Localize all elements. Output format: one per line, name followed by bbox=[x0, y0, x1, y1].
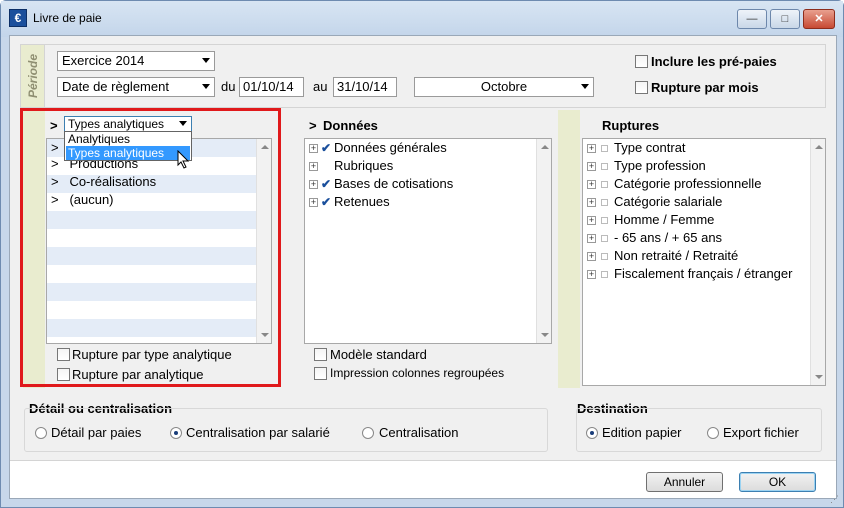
chevron-down-icon bbox=[202, 58, 210, 63]
centralisation-salarie-radio[interactable] bbox=[170, 427, 182, 439]
du-label: du bbox=[221, 79, 236, 94]
expand-plus-icon: + bbox=[587, 179, 596, 190]
impression-colonnes-checkbox[interactable] bbox=[314, 367, 327, 380]
check-icon: ✔ bbox=[321, 177, 332, 191]
donnees-header: Données bbox=[323, 118, 378, 133]
detail-par-paies-radio[interactable] bbox=[35, 427, 47, 439]
checkbox-icon bbox=[601, 181, 608, 189]
annuler-button[interactable]: Annuler bbox=[646, 472, 723, 492]
au-label: au bbox=[313, 79, 328, 94]
expand-plus-icon: + bbox=[587, 161, 596, 172]
periode-label: Période bbox=[26, 54, 40, 99]
tree-item[interactable]: + Type contrat bbox=[587, 139, 686, 157]
export-fichier-label: Export fichier bbox=[723, 425, 799, 440]
checkbox-icon bbox=[601, 271, 608, 279]
expand-plus-icon: + bbox=[587, 251, 596, 262]
date-from-input[interactable]: 01/10/14 bbox=[239, 77, 304, 97]
scroll-up-icon[interactable] bbox=[815, 145, 823, 149]
window-title: Livre de paie bbox=[33, 11, 102, 25]
include-prepaies-label: Inclure les pré-paies bbox=[651, 54, 777, 69]
tree-item[interactable]: + Rubriques bbox=[309, 157, 393, 175]
scroll-down-icon[interactable] bbox=[541, 333, 549, 337]
tree-item[interactable]: + Catégorie salariale bbox=[587, 193, 722, 211]
highlight-box bbox=[20, 108, 281, 387]
ruptures-scrollbar[interactable] bbox=[810, 139, 825, 385]
tree-item[interactable]: + Type profession bbox=[587, 157, 706, 175]
checkbox-icon bbox=[601, 145, 608, 153]
expand-plus-icon: + bbox=[309, 143, 318, 154]
close-button[interactable]: ✕ bbox=[803, 9, 835, 29]
donnees-expand-icon[interactable]: > bbox=[309, 118, 317, 133]
modele-standard-checkbox[interactable] bbox=[314, 348, 327, 361]
checkbox-icon bbox=[601, 163, 608, 171]
app-icon: € bbox=[9, 9, 27, 27]
checkbox-icon bbox=[601, 217, 608, 225]
periode-section: Période Exercice 2014 Date de règlement … bbox=[20, 44, 826, 108]
rupture-mois-checkbox[interactable] bbox=[635, 81, 648, 94]
tree-item[interactable]: + ✔ Retenues bbox=[309, 193, 390, 211]
centralisation-label: Centralisation bbox=[379, 425, 459, 440]
maximize-button[interactable]: □ bbox=[770, 9, 800, 29]
rupture-mois-label: Rupture par mois bbox=[651, 80, 759, 95]
centralisation-salarie-label: Centralisation par salarié bbox=[186, 425, 330, 440]
detail-par-paies-label: Détail par paies bbox=[51, 425, 142, 440]
ruptures-sidebar bbox=[558, 110, 580, 388]
month-select[interactable]: Octobre bbox=[414, 77, 594, 97]
tree-item[interactable]: + ✔ Données générales bbox=[309, 139, 447, 157]
tree-item[interactable]: + Homme / Femme bbox=[587, 211, 714, 229]
tree-item[interactable]: + - 65 ans / + 65 ans bbox=[587, 229, 722, 247]
centralisation-radio[interactable] bbox=[362, 427, 374, 439]
edition-papier-radio[interactable] bbox=[586, 427, 598, 439]
checkbox-icon bbox=[601, 235, 608, 243]
tree-item[interactable]: + Catégorie professionnelle bbox=[587, 175, 761, 193]
ruptures-header: Ruptures bbox=[602, 118, 660, 133]
expand-plus-icon: + bbox=[587, 233, 596, 244]
checkbox-icon bbox=[601, 199, 608, 207]
resize-grip-icon[interactable]: ⋰ bbox=[830, 494, 839, 505]
chevron-down-icon bbox=[581, 84, 589, 89]
exercice-select[interactable]: Exercice 2014 bbox=[57, 51, 215, 71]
ok-button[interactable]: OK bbox=[739, 472, 816, 492]
tree-item[interactable]: + ✔ Bases de cotisations bbox=[309, 175, 453, 193]
check-icon: ✔ bbox=[321, 141, 332, 155]
expand-plus-icon: + bbox=[587, 215, 596, 226]
impression-colonnes-label: Impression colonnes regroupées bbox=[330, 366, 505, 380]
donnees-list[interactable]: + ✔ Données générales + Rubriques + ✔ Bases d… bbox=[304, 138, 552, 344]
expand-plus-icon: + bbox=[587, 143, 596, 154]
include-prepaies-checkbox[interactable] bbox=[635, 55, 648, 68]
checkbox-icon bbox=[601, 253, 608, 261]
expand-plus-icon: + bbox=[309, 161, 318, 172]
minimize-button[interactable]: — bbox=[737, 9, 767, 29]
expand-plus-icon: + bbox=[587, 197, 596, 208]
scroll-up-icon[interactable] bbox=[541, 145, 549, 149]
periode-label-bar: Période bbox=[21, 45, 45, 107]
export-fichier-radio[interactable] bbox=[707, 427, 719, 439]
modele-standard-label: Modèle standard bbox=[330, 347, 427, 362]
date-type-select[interactable]: Date de règlement bbox=[57, 77, 215, 97]
scroll-down-icon[interactable] bbox=[815, 375, 823, 379]
date-to-input[interactable]: 31/10/14 bbox=[333, 77, 397, 97]
tree-item[interactable]: + Non retraité / Retraité bbox=[587, 247, 738, 265]
expand-plus-icon: + bbox=[309, 179, 318, 190]
title-bar: € Livre de paie — □ ✕ bbox=[1, 1, 843, 37]
edition-papier-label: Edition papier bbox=[602, 425, 682, 440]
chevron-down-icon bbox=[202, 84, 210, 89]
check-icon: ✔ bbox=[321, 195, 332, 209]
tree-item[interactable]: + Fiscalement français / étranger bbox=[587, 265, 792, 283]
expand-plus-icon: + bbox=[587, 269, 596, 280]
expand-plus-icon: + bbox=[309, 197, 318, 208]
ruptures-list[interactable]: + Type contrat + Type profession + Catégori… bbox=[582, 138, 826, 386]
donnees-scrollbar[interactable] bbox=[536, 139, 551, 343]
